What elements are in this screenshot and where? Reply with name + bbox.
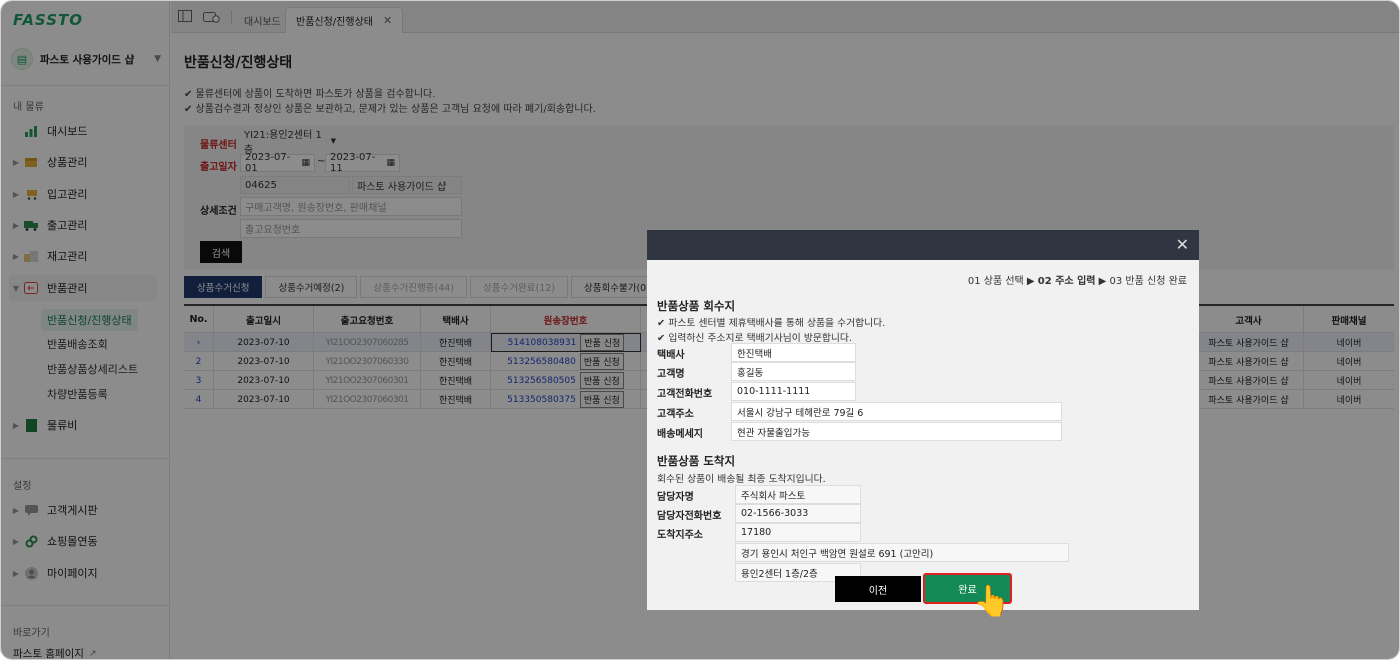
customer-address-field[interactable]: 서울시 강남구 테헤란로 79길 6 (731, 402, 1062, 421)
manager-phone-label: 담당자전화번호 (657, 511, 722, 522)
customer-name-field[interactable]: 홍길동 (731, 362, 856, 381)
courier-field: 한진택배 (731, 343, 856, 362)
courier-label: 택배사 (657, 350, 685, 361)
delivery-message-label: 배송메세지 (657, 429, 703, 440)
destination-zip-field: 17180 (735, 523, 861, 542)
manager-field: 주식회사 파스토 (735, 485, 861, 504)
step-3: ▶ 03 반품 신청 완료 (1095, 276, 1187, 287)
step-1: 01 상품 선택 ▶ (967, 276, 1038, 287)
modal-body: 01 상품 선택 ▶ 02 주소 입력 ▶ 03 반품 신청 완료 반품상품 회… (647, 260, 1199, 610)
pickup-note: ✔ 입력하신 주소지로 택배기사님이 방문합니다. (657, 333, 853, 344)
step-indicator: 01 상품 선택 ▶ 02 주소 입력 ▶ 03 반품 신청 완료 (968, 272, 1187, 287)
destination-address-label: 도착지주소 (657, 530, 703, 541)
customer-phone-label: 고객전화번호 (657, 389, 713, 400)
modal-header: ✕ (647, 230, 1199, 260)
pointing-hand-icon: 👆 (973, 584, 1011, 619)
customer-name-label: 고객명 (657, 369, 685, 380)
destination-section-title: 반품상품 도착지 (657, 454, 736, 468)
pickup-section-title: 반품상품 회수지 (657, 299, 736, 313)
manager-label: 담당자명 (657, 492, 694, 503)
return-address-modal: ✕ 01 상품 선택 ▶ 02 주소 입력 ▶ 03 반품 신청 완료 반품상품… (647, 230, 1199, 610)
close-icon[interactable]: ✕ (1176, 235, 1189, 254)
destination-note: 회수된 상품이 배송될 최종 도착지입니다. (657, 474, 826, 485)
previous-button[interactable]: 이전 (835, 576, 921, 602)
pickup-note: ✔ 파스토 센터별 제휴택배사를 통해 상품을 수거합니다. (657, 318, 886, 329)
app-window: FASSTO ▤ 파스토 사용가이드 샵 ▼ 내 물류 대시보드 ▶ 상품관리 … (0, 0, 1400, 660)
manager-phone-field: 02-1566-3033 (735, 504, 861, 523)
step-2-current: 02 주소 입력 (1037, 276, 1096, 287)
customer-phone-field[interactable]: 010-1111-1111 (731, 382, 856, 401)
delivery-message-field[interactable]: 현관 자물출입가능 (731, 422, 1062, 441)
destination-address-field: 경기 용인시 처인구 백암면 원설로 691 (고안리) (735, 543, 1069, 562)
customer-address-label: 고객주소 (657, 409, 694, 420)
